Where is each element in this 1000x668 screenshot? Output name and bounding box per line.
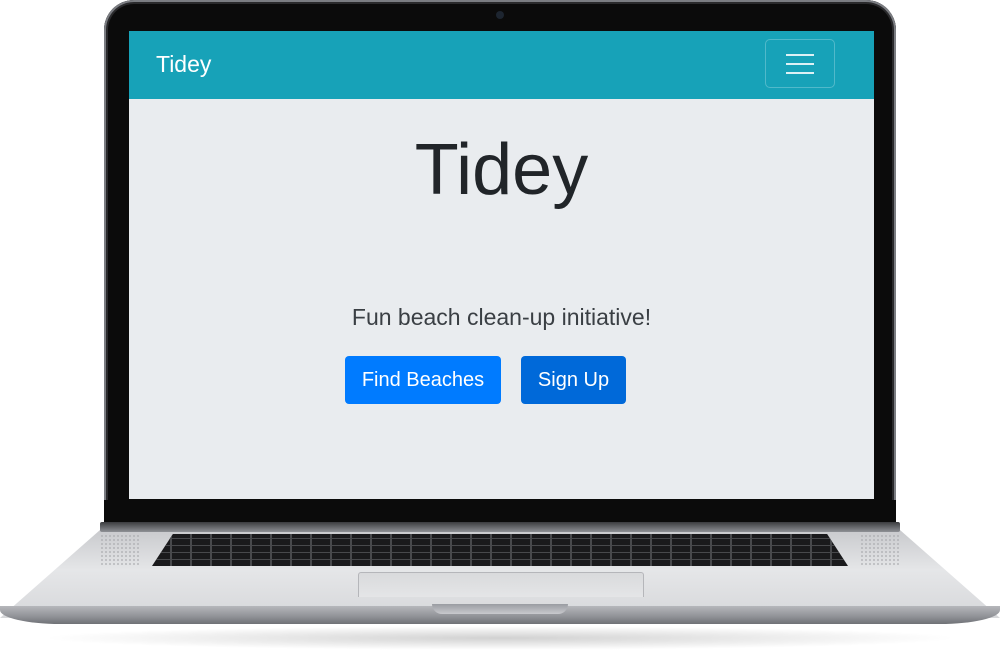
hero-lead-text: Fun beach clean-up initiative! — [351, 304, 652, 330]
navbar-toggler-button[interactable] — [765, 39, 835, 88]
webcam-icon — [496, 11, 504, 19]
laptop-shadow — [40, 626, 960, 650]
browser-viewport: Tidey Tidey Fun beach clean-up initiativ… — [129, 31, 874, 499]
hamburger-menu-icon — [786, 53, 814, 74]
navbar: Tidey — [129, 31, 874, 99]
laptop-opening-notch — [432, 604, 568, 614]
speaker-grille-left — [100, 534, 140, 566]
laptop-trackpad — [358, 572, 644, 597]
laptop-hinge — [100, 522, 900, 532]
find-beaches-button[interactable]: Find Beaches — [345, 356, 501, 404]
sign-up-button[interactable]: Sign Up — [521, 356, 626, 404]
speaker-grille-right — [860, 534, 900, 566]
laptop-mockup: Tidey Tidey Fun beach clean-up initiativ… — [0, 0, 1000, 668]
laptop-keyboard — [152, 534, 848, 566]
navbar-brand[interactable]: Tidey — [156, 50, 211, 78]
hero-title: Tidey — [414, 130, 589, 210]
